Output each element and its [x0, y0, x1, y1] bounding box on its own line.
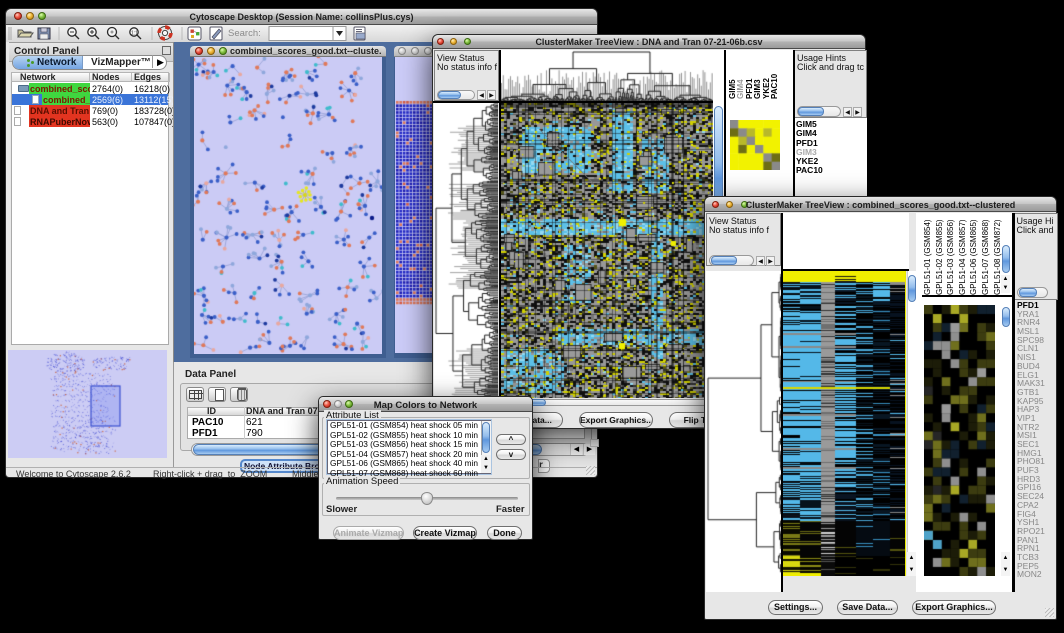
svg-text:Search:: Search:	[228, 28, 261, 39]
svg-text:1:1: 1:1	[131, 31, 138, 37]
